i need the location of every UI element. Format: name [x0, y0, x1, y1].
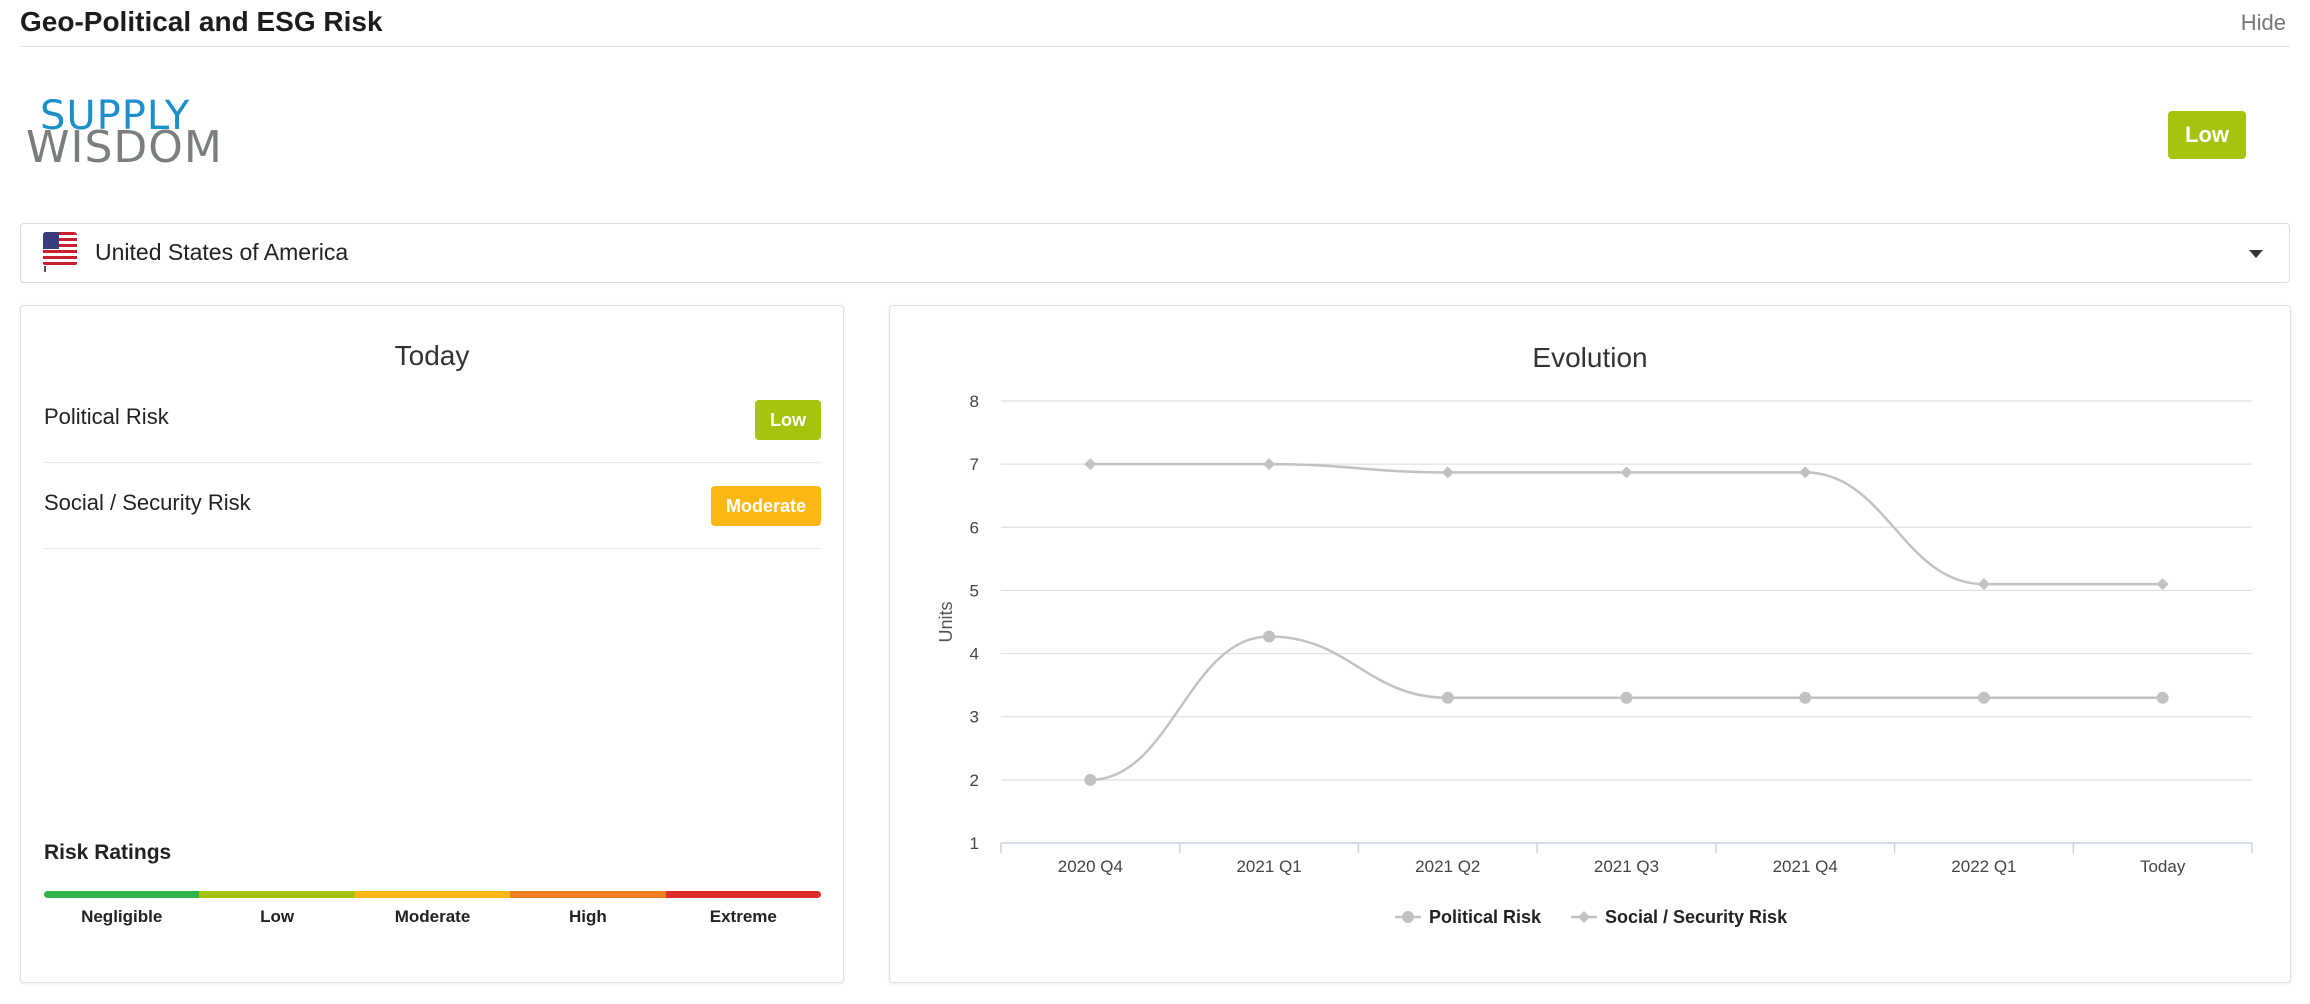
- data-point: [1263, 630, 1276, 643]
- risk-rating-badge: Low: [755, 400, 821, 440]
- scale-segment-negligible: [44, 891, 200, 898]
- y-tick-label: 8: [970, 392, 979, 411]
- x-tick-label: 2020 Q4: [1058, 857, 1123, 876]
- data-point: [1441, 691, 1454, 704]
- today-card: Today Political Risk Low Social / Securi…: [20, 305, 844, 983]
- evolution-chart: 1 2 3 4 5 6 7 8 2020 Q4 2021 Q1 2021 Q2 2021 Q3 2021…: [936, 392, 2253, 927]
- legend-marker: [1402, 911, 1414, 923]
- country-select[interactable]: United States of America: [20, 223, 2290, 283]
- data-point: [1799, 466, 1812, 479]
- series-line-0: [1090, 635, 2163, 782]
- x-tick-label: 2021 Q4: [1773, 857, 1838, 876]
- y-tick-label: 6: [970, 518, 979, 537]
- scale-segment-moderate: [354, 891, 511, 898]
- risk-label: Social / Security Risk: [44, 490, 251, 515]
- page-header: Geo-Political and ESG Risk Hide: [20, 0, 2290, 47]
- y-tick-label: 1: [970, 834, 979, 853]
- scale-segment-low: [199, 891, 355, 898]
- data-point: [1977, 691, 1990, 704]
- evolution-card: Evolution 1 2 3 4 5 6 7 8 2020 Q4 2021 Q1 2021 Q2 2…: [889, 305, 2291, 983]
- risk-ratings-title: Risk Ratings: [44, 841, 172, 864]
- scale-label: High: [569, 907, 607, 926]
- y-tick-label: 2: [970, 771, 979, 790]
- legend-item-label: Social / Security Risk: [1605, 907, 1788, 927]
- data-point: [1977, 578, 1990, 591]
- data-point: [1620, 691, 1633, 704]
- data-point: [1620, 466, 1633, 479]
- risk-row-social-security: Social / Security Risk Moderate: [44, 462, 821, 549]
- legend-item-label: Political Risk: [1429, 907, 1542, 927]
- data-point: [1263, 458, 1276, 471]
- y-tick-label: 3: [970, 708, 979, 727]
- today-title: Today: [394, 340, 470, 371]
- data-point: [1084, 773, 1097, 786]
- supplywisdom-logo: SUPPLY WISDOM: [26, 96, 256, 173]
- scale-segment-extreme: [665, 891, 821, 898]
- data-point: [1441, 466, 1454, 479]
- x-tick-label: 2022 Q1: [1951, 857, 2016, 876]
- risk-ratings-labels: Negligible Low Moderate High Extreme: [44, 907, 821, 927]
- logo-line-2: WISDOM: [26, 122, 223, 173]
- chevron-down-icon: [2249, 250, 2263, 258]
- risk-row-political: Political Risk Low: [44, 376, 821, 463]
- series-line-1: [1090, 462, 2163, 586]
- scale-segment-high: [510, 891, 666, 898]
- risk-ratings-scale-bar: [44, 891, 821, 898]
- data-point: [2156, 578, 2169, 591]
- us-flag-icon: [43, 232, 77, 272]
- scale-label: Extreme: [709, 907, 777, 926]
- data-point: [1799, 691, 1812, 704]
- y-tick-label: 4: [970, 645, 979, 664]
- x-tick-label: 2021 Q3: [1594, 857, 1659, 876]
- scale-label: Moderate: [394, 907, 471, 926]
- page-title: Geo-Political and ESG Risk: [20, 6, 383, 37]
- risk-rating-badge: Moderate: [710, 486, 821, 526]
- data-point: [2156, 691, 2169, 704]
- y-axis-label: Units: [936, 601, 956, 642]
- legend-marker: [1578, 911, 1590, 923]
- y-tick-label: 5: [970, 581, 979, 600]
- scale-label: Negligible: [81, 907, 163, 926]
- x-tick-label: 2021 Q2: [1415, 857, 1480, 876]
- data-point: [1084, 458, 1097, 471]
- overall-risk-badge: Low: [2168, 111, 2246, 159]
- risk-label: Political Risk: [44, 404, 169, 429]
- x-tick-label: 2021 Q1: [1236, 857, 1301, 876]
- country-selected-value: United States of America: [95, 239, 349, 265]
- scale-label: Low: [260, 907, 295, 926]
- y-tick-label: 7: [970, 455, 979, 474]
- hide-link[interactable]: Hide: [2241, 10, 2286, 36]
- x-tick-label: Today: [2140, 857, 2186, 876]
